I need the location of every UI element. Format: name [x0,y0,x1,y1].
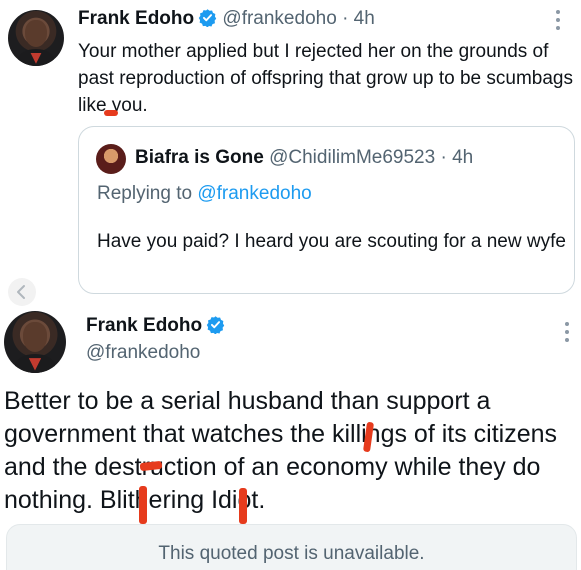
more-vertical-icon[interactable] [557,318,577,346]
author-handle[interactable]: @frankedoho [222,8,336,29]
chevron-left-icon[interactable] [8,278,36,306]
unavailable-text: This quoted post is unavailable. [158,543,425,564]
tweet-text: Better to be a serial husband than suppo… [4,387,558,514]
tweet-time[interactable]: · 4h [342,8,375,29]
quoted-tweet-header: Biafra is Gone @ChidilimMe69523 · 4h [135,147,473,169]
verified-badge-icon [206,316,225,334]
replying-to-handle[interactable]: @frankedoho [197,183,311,204]
red-markup [104,110,118,116]
quoted-author-handle: @ChidilimMe69523 [269,147,436,168]
author-name[interactable]: Frank Edoho [86,315,202,336]
replying-to-label: Replying to [97,183,198,204]
red-markup [139,486,147,524]
author-avatar[interactable] [8,10,64,66]
tweet-header: Frank Edoho @frankedoho · 4h [78,8,375,30]
author-handle[interactable]: @frankedoho [86,342,200,364]
red-markup [239,488,247,524]
replying-to: Replying to @frankedoho [97,183,312,205]
quoted-tweet-time: · 4h [440,147,474,168]
author-avatar[interactable] [4,311,66,373]
quoted-author-avatar [96,144,126,174]
verified-badge-icon [198,9,217,27]
quoted-author-name: Biafra is Gone [135,147,264,168]
tweet-text: Your mother applied but I rejected her o… [78,41,574,116]
unavailable-quote-box: This quoted post is unavailable. [6,524,577,570]
author-name[interactable]: Frank Edoho [78,8,194,29]
quoted-tweet-text: Have you paid? I heard you are scouting … [97,231,566,252]
author-name-row: Frank Edoho [86,315,225,337]
more-vertical-icon[interactable] [548,6,568,34]
